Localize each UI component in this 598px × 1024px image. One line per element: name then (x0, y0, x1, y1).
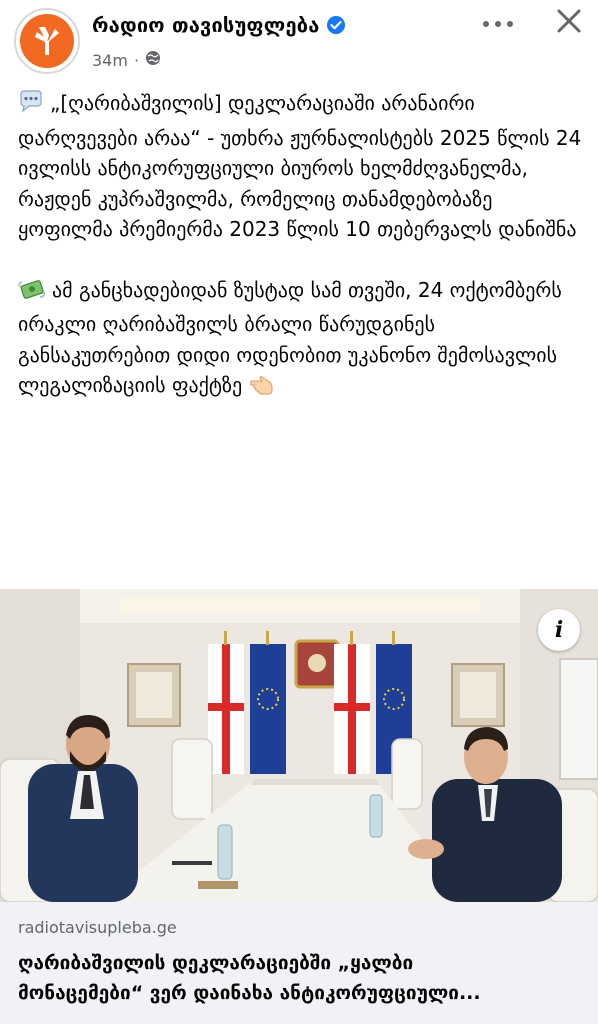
page-avatar[interactable] (14, 8, 80, 74)
more-icon[interactable] (478, 18, 518, 30)
page-name-text: რადიო თავისუფლება (92, 13, 320, 37)
post-time[interactable]: 34m (92, 51, 128, 70)
paragraph-1-text: „[ღარიბაშვილის] დეკლარაციაში არანაირი და… (18, 91, 582, 241)
close-icon[interactable] (552, 4, 586, 38)
globe-icon (145, 50, 161, 70)
post-paragraph-2: ამ განცხადებიდან ზუსტად სამ თვეში, 24 ოქ… (18, 275, 588, 405)
link-domain: radiotavisupleba.ge (18, 918, 177, 937)
link-preview[interactable]: radiotavisupleba.ge ღარიბაშვილის დეკლარა… (0, 902, 598, 1024)
link-title[interactable]: ღარიბაშვილის დეკლარაციებში „ყალბი მონაცე… (18, 948, 584, 1008)
paragraph-2-text: ამ განცხადებიდან ზუსტად სამ თვეში, 24 ოქ… (18, 277, 562, 398)
post-photo[interactable] (0, 589, 598, 902)
post-text: „[ღარიბაშვილის] დეკლარაციაში არანაირი და… (18, 88, 588, 405)
page-name[interactable]: რადიო თავისუფლება (92, 13, 346, 40)
link-title-line-2: მონაცემები“ ვერ დაინახა ანტიკორუფციული..… (18, 982, 481, 1004)
separator-dot: · (133, 50, 140, 70)
verified-icon (326, 15, 346, 40)
post-paragraph-1: „[ღარიბაშვილის] დეკლარაციაში არანაირი და… (18, 88, 588, 245)
logo-icon (20, 14, 74, 68)
link-title-line-1: ღარიბაშვილის დეკლარაციებში „ყალბი (18, 952, 414, 974)
meeting-photo-illustration (0, 589, 598, 902)
post-header: რადიო თავისუფლება 34m · (0, 0, 598, 84)
speech-bubble-icon (18, 90, 44, 123)
backhand-index-pointing-left-icon (249, 374, 275, 405)
info-icon[interactable]: i (538, 609, 580, 651)
money-with-wings-icon (18, 277, 46, 310)
post-meta: 34m · (92, 50, 161, 70)
